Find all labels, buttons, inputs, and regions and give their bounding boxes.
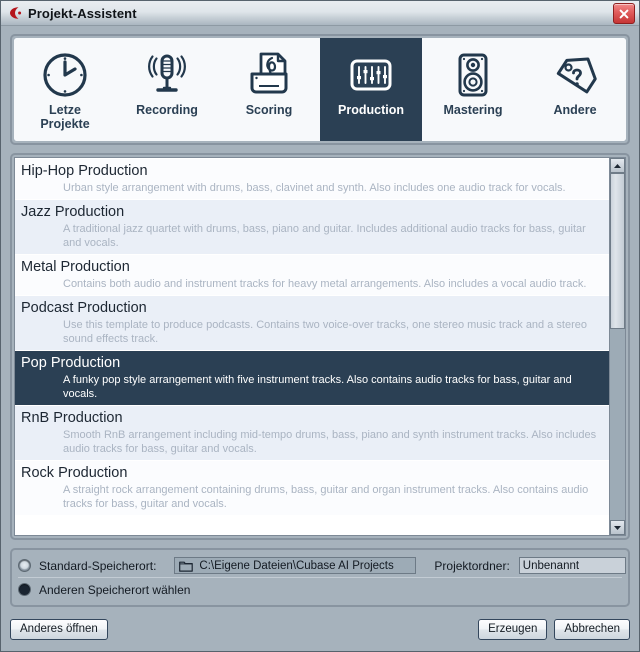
template-description: Urban style arrangement with drums, bass… — [63, 182, 566, 194]
storage-row-default: Standard-Speicherort: C:\Eigene Dateien\… — [18, 554, 626, 578]
template-row-rnb-production[interactable]: RnB Production Smooth RnB arrangement in… — [15, 405, 609, 460]
template-description: Smooth RnB arrangement including mid-tem… — [63, 429, 597, 455]
score-sheet-icon — [244, 47, 294, 103]
mixer-faders-icon — [346, 47, 396, 103]
template-title: Metal Production — [21, 259, 130, 275]
tab-recording[interactable]: Recording — [116, 38, 218, 141]
project-folder-label: Projektordner: — [434, 558, 510, 573]
template-row-rock-production[interactable]: Rock Production A straight rock arrangem… — [15, 460, 609, 515]
dialog-body: Letze Projekte Recording Scoring Product… — [1, 26, 639, 607]
template-list-frame: Hip-Hop Production Urban style arrangeme… — [14, 157, 626, 536]
speaker-icon — [448, 47, 498, 103]
window-title: Projekt-Assistent — [28, 5, 137, 21]
template-description: Contains both audio and instrument track… — [63, 278, 587, 290]
category-tabs-panel: Letze Projekte Recording Scoring Product… — [10, 34, 630, 145]
tab-label: Mastering — [443, 103, 503, 117]
close-icon[interactable] — [613, 3, 635, 24]
cancel-button[interactable]: Abbrechen — [554, 618, 630, 640]
tab-scoring[interactable]: Scoring — [218, 38, 320, 141]
template-title: RnB Production — [21, 410, 123, 426]
clock-icon — [40, 47, 90, 103]
template-row-metal-production[interactable]: Metal Production Contains both audio and… — [15, 254, 609, 295]
template-description: A traditional jazz quartet with drums, b… — [63, 223, 586, 249]
scroll-up-button[interactable] — [610, 158, 625, 173]
scroll-down-button[interactable] — [610, 520, 625, 535]
template-row-podcast-production[interactable]: Podcast Production Use this template to … — [15, 295, 609, 350]
scrollbar-thumb[interactable] — [610, 173, 625, 330]
radio-standard-speicherort[interactable] — [18, 559, 31, 572]
tab-mastering[interactable]: Mastering — [422, 38, 524, 141]
chevron-down-icon — [614, 525, 621, 530]
tab-label-line2: Projekte — [40, 117, 90, 131]
template-row-pop-production[interactable]: Pop Production A funky pop style arrange… — [15, 350, 609, 405]
title-bar: Projekt-Assistent — [1, 1, 639, 26]
template-list-panel: Hip-Hop Production Urban style arrangeme… — [10, 153, 630, 540]
scrollbar-track[interactable] — [610, 173, 625, 520]
project-path-value: C:\Eigene Dateien\Cubase AI Projects — [199, 559, 394, 572]
tab-label: Production — [338, 103, 404, 117]
tag-question-icon — [550, 47, 600, 103]
template-title: Rock Production — [21, 465, 128, 481]
radio-anderen-speicherort[interactable] — [18, 583, 31, 596]
open-other-button[interactable]: Anderes öffnen — [10, 618, 108, 640]
tab-label: Recording — [136, 103, 198, 117]
template-title: Jazz Production — [21, 204, 125, 220]
template-title: Hip-Hop Production — [21, 163, 148, 179]
template-title: Podcast Production — [21, 300, 147, 316]
template-description: Use this template to produce podcasts. C… — [63, 319, 587, 345]
template-row-hip-hop-production[interactable]: Hip-Hop Production Urban style arrangeme… — [15, 158, 609, 199]
template-list-scrollbar[interactable] — [609, 158, 625, 535]
project-assistant-window: Projekt-Assistent Letze Projekte Recordi… — [0, 0, 640, 652]
tab-label-line1: Letze — [49, 103, 81, 117]
template-list[interactable]: Hip-Hop Production Urban style arrangeme… — [15, 158, 609, 535]
chevron-up-icon — [614, 163, 621, 168]
tab-label: Letze Projekte — [40, 103, 89, 131]
storage-location-panel: Standard-Speicherort: C:\Eigene Dateien\… — [10, 548, 630, 607]
project-folder-input[interactable]: Unbenannt — [518, 557, 626, 574]
template-description: A straight rock arrangement containing d… — [63, 484, 589, 510]
cubase-logo-icon — [8, 6, 22, 20]
tab-andere[interactable]: Andere — [524, 38, 626, 141]
tab-letzte-projekte[interactable]: Letze Projekte — [14, 38, 116, 141]
dialog-footer: Anderes öffnen Erzeugen Abbrechen — [1, 607, 639, 651]
template-description: A funky pop style arrangement with five … — [63, 374, 572, 400]
storage-row-other: Anderen Speicherort wählen — [18, 578, 622, 601]
tab-production[interactable]: Production — [320, 38, 422, 141]
create-button[interactable]: Erzeugen — [478, 618, 548, 640]
template-title: Pop Production — [21, 355, 121, 371]
radio-standard-label: Standard-Speicherort: — [39, 558, 157, 573]
radio-other-label: Anderen Speicherort wählen — [39, 582, 191, 597]
footer-actions: Erzeugen Abbrechen — [478, 618, 630, 640]
template-row-jazz-production[interactable]: Jazz Production A traditional jazz quart… — [15, 199, 609, 254]
tab-label: Andere — [553, 103, 597, 117]
tab-label: Scoring — [245, 103, 293, 117]
folder-icon — [179, 560, 194, 572]
project-path-field[interactable]: C:\Eigene Dateien\Cubase AI Projects — [174, 557, 417, 574]
category-tabs: Letze Projekte Recording Scoring Product… — [14, 38, 626, 141]
microphone-icon — [142, 47, 192, 103]
